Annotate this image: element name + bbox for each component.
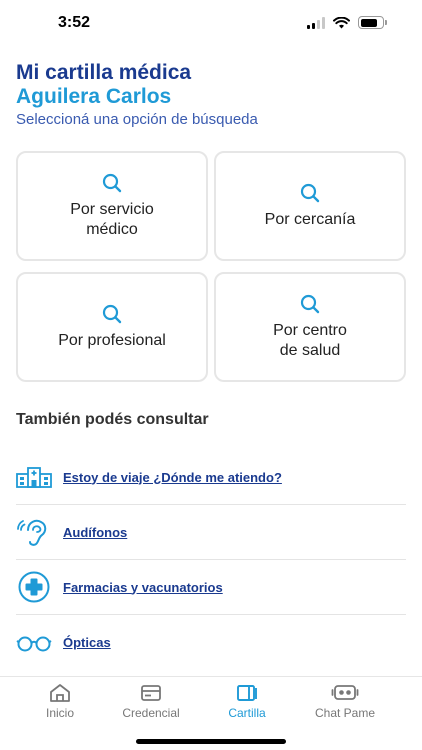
- search-by-service-label: Por servicio médico: [70, 201, 154, 238]
- search-icon: [102, 304, 122, 324]
- search-by-professional-label: Por profesional: [58, 332, 166, 349]
- pharmacy-cross-icon: [16, 571, 54, 603]
- search-by-proximity-card[interactable]: Por cercanía: [214, 151, 406, 261]
- page-header: Mi cartilla médica Aguilera Carlos Selec…: [16, 60, 258, 130]
- tab-inicio[interactable]: Inicio: [20, 683, 100, 720]
- status-time: 3:52: [58, 14, 91, 31]
- status-bar: 3:52: [0, 0, 422, 46]
- list-item-travel[interactable]: Estoy de viaje ¿Dónde me atiendo?: [16, 450, 406, 505]
- home-icon: [50, 684, 70, 702]
- book-icon: [237, 685, 257, 701]
- section-title: También podés consultar: [16, 411, 209, 428]
- search-icon: [102, 173, 122, 193]
- search-options-grid: Por servicio médico Por cercanía Por pro…: [16, 151, 406, 382]
- search-by-professional-card[interactable]: Por profesional: [16, 272, 208, 382]
- consult-links-list: Estoy de viaje ¿Dónde me atiendo? Audífo…: [16, 450, 406, 670]
- list-item-opticians-label: Ópticas: [63, 635, 111, 650]
- search-by-service-card[interactable]: Por servicio médico: [16, 151, 208, 261]
- list-item-pharmacies[interactable]: Farmacias y vacunatorios: [16, 560, 406, 615]
- cellular-signal-icon: [307, 16, 325, 29]
- tab-credencial-label: Credencial: [122, 706, 180, 720]
- card-icon: [141, 685, 161, 701]
- tab-cartilla[interactable]: Cartilla: [207, 683, 287, 720]
- hospital-building-icon: [16, 461, 54, 493]
- search-by-health-center-card[interactable]: Por centro de salud: [214, 272, 406, 382]
- home-indicator: [136, 739, 286, 744]
- search-icon: [300, 294, 320, 314]
- search-by-proximity-label: Por cercanía: [264, 211, 356, 228]
- eyeglasses-icon: [16, 627, 54, 659]
- tab-inicio-label: Inicio: [45, 706, 74, 720]
- list-item-hearing-aids-label: Audífonos: [63, 524, 128, 540]
- page-subtitle: Seleccioná una opción de búsqueda: [16, 111, 258, 128]
- battery-icon: [358, 16, 387, 29]
- tab-chat-pame-label: Chat Pame: [314, 706, 376, 720]
- tab-credencial[interactable]: Credencial: [111, 683, 191, 720]
- ear-hearing-icon: [16, 516, 54, 548]
- list-item-travel-label: Estoy de viaje ¿Dónde me atiendo?: [63, 469, 282, 485]
- chat-bot-icon: [331, 685, 359, 700]
- list-item-pharmacies-label: Farmacias y vacunatorios: [63, 579, 223, 595]
- tab-cartilla-label: Cartilla: [228, 706, 266, 720]
- user-name: Aguilera Carlos: [16, 85, 172, 108]
- search-icon: [300, 183, 320, 203]
- wifi-icon: [333, 16, 350, 28]
- list-item-hearing-aids[interactable]: Audífonos: [16, 505, 406, 560]
- list-item-opticians[interactable]: Ópticas: [16, 615, 406, 670]
- search-by-health-center-label: Por centro de salud: [273, 322, 347, 359]
- page-title: Mi cartilla médica: [16, 61, 192, 84]
- status-icons: [307, 16, 387, 29]
- tab-chat-pame[interactable]: Chat Pame: [305, 683, 385, 720]
